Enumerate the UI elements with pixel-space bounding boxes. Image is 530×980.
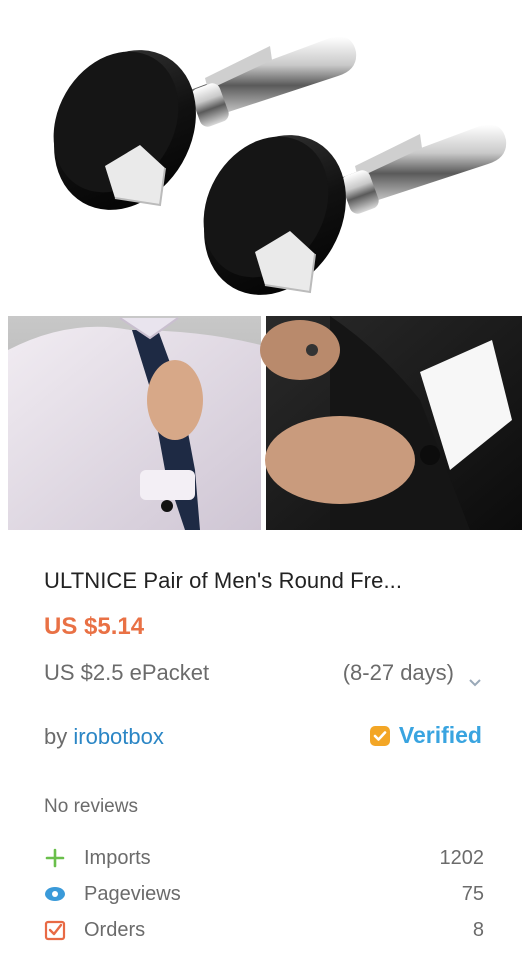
stat-orders: Orders 8 <box>44 916 484 944</box>
order-check-icon <box>44 919 66 941</box>
verified-check-icon <box>369 725 391 747</box>
verified-label: Verified <box>398 722 482 748</box>
stat-label: Imports <box>84 846 151 869</box>
cufflink-right <box>203 124 507 295</box>
verified-badge: Verified <box>369 722 482 749</box>
reviews-text: No reviews <box>44 796 138 817</box>
stat-label: Orders <box>84 918 146 941</box>
stat-imports: Imports 1202 <box>44 844 484 872</box>
product-price: US $5.14 <box>44 613 145 640</box>
stat-value: 75 <box>461 882 484 905</box>
plus-icon <box>44 847 66 869</box>
eye-icon <box>44 883 66 905</box>
product-image[interactable] <box>0 0 530 540</box>
shipping-cost: US $2.5 ePacket <box>44 660 210 685</box>
product-card[interactable]: ULTNICE Pair of Men's Round Fre... US $5… <box>0 0 530 980</box>
delivery-time-label: (8-27 days) <box>342 660 454 685</box>
seller-prefix: by <box>44 724 68 749</box>
product-title[interactable]: ULTNICE Pair of Men's Round Fre... <box>44 568 484 594</box>
stat-value: 1202 <box>439 846 485 869</box>
stat-value: 8 <box>472 918 484 941</box>
delivery-time-dropdown[interactable]: (8-27 days) <box>342 660 482 687</box>
seller-row: by irobotbox <box>44 724 164 750</box>
stat-label: Pageviews <box>84 882 181 905</box>
photo-shirt <box>8 316 261 530</box>
seller-link[interactable]: irobotbox <box>73 724 164 749</box>
photo-cuff <box>260 316 522 530</box>
chevron-down-icon[interactable] <box>468 668 482 687</box>
stat-pageviews: Pageviews 75 <box>44 880 484 908</box>
